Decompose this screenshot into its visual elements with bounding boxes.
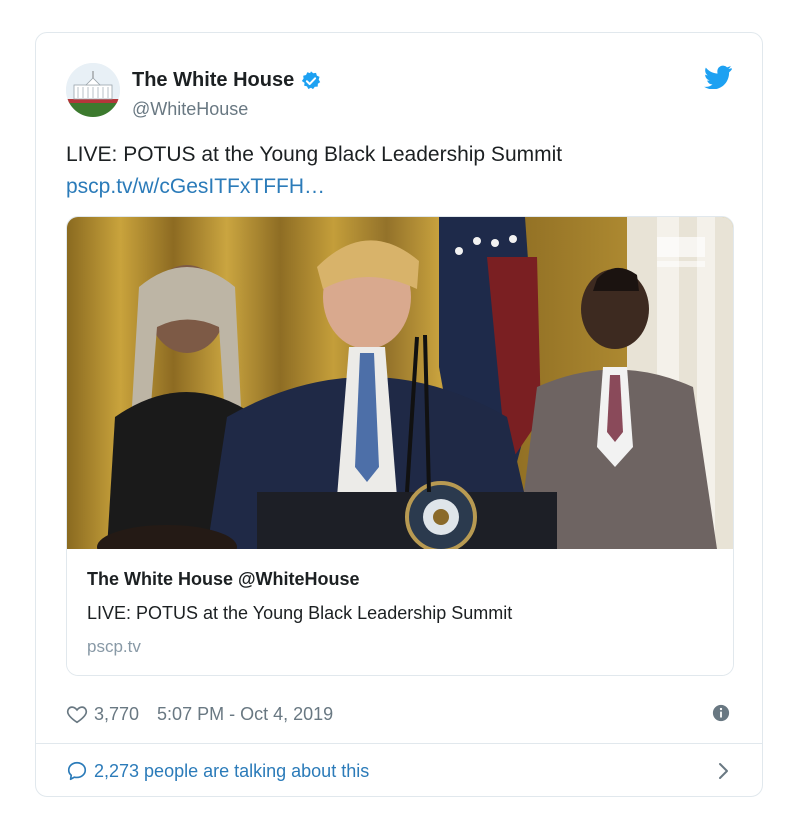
embedded-tweet: The White House @WhiteHouse LIVE: POTUS …: [35, 32, 763, 797]
talking-count-label[interactable]: 2,273 people are talking about this: [94, 761, 369, 782]
media-image[interactable]: [67, 217, 733, 549]
verified-badge-icon: [302, 70, 321, 89]
link-card-domain: pscp.tv: [87, 637, 141, 656]
author-row[interactable]: The White House: [132, 69, 322, 92]
info-icon[interactable]: [712, 704, 730, 722]
like-count[interactable]: 3,770: [94, 704, 139, 725]
comment-bubble-icon: [67, 761, 87, 781]
tweet-text: LIVE: POTUS at the Young Black Leadershi…: [66, 139, 726, 203]
link-card-body[interactable]: The White House @WhiteHouse LIVE: POTUS …: [67, 549, 733, 675]
tweet-timestamp[interactable]: 5:07 PM - Oct 4, 2019: [157, 704, 333, 725]
twitter-bird-icon[interactable]: [704, 65, 732, 89]
avatar[interactable]: [66, 63, 120, 117]
tweet-header: The White House @WhiteHouse: [66, 63, 732, 119]
link-card-title: The White House @WhiteHouse: [87, 569, 360, 589]
white-house-icon: [66, 63, 120, 117]
tweet-link[interactable]: pscp.tv/w/cGesITFxTFFH…: [66, 171, 726, 203]
author-handle[interactable]: @WhiteHouse: [132, 99, 248, 120]
heart-icon[interactable]: [66, 703, 88, 725]
chevron-right-icon[interactable]: [714, 761, 732, 781]
tweet-body: LIVE: POTUS at the Young Black Leadershi…: [66, 143, 563, 166]
link-card[interactable]: The White House @WhiteHouse LIVE: POTUS …: [66, 216, 734, 676]
link-card-description: LIVE: POTUS at the Young Black Leadershi…: [87, 603, 513, 623]
divider: [36, 743, 762, 744]
author-name[interactable]: The White House: [132, 69, 294, 92]
tweet-meta: 3,770 5:07 PM - Oct 4, 2019: [66, 701, 333, 727]
conversation-link[interactable]: 2,273 people are talking about this: [66, 755, 732, 787]
